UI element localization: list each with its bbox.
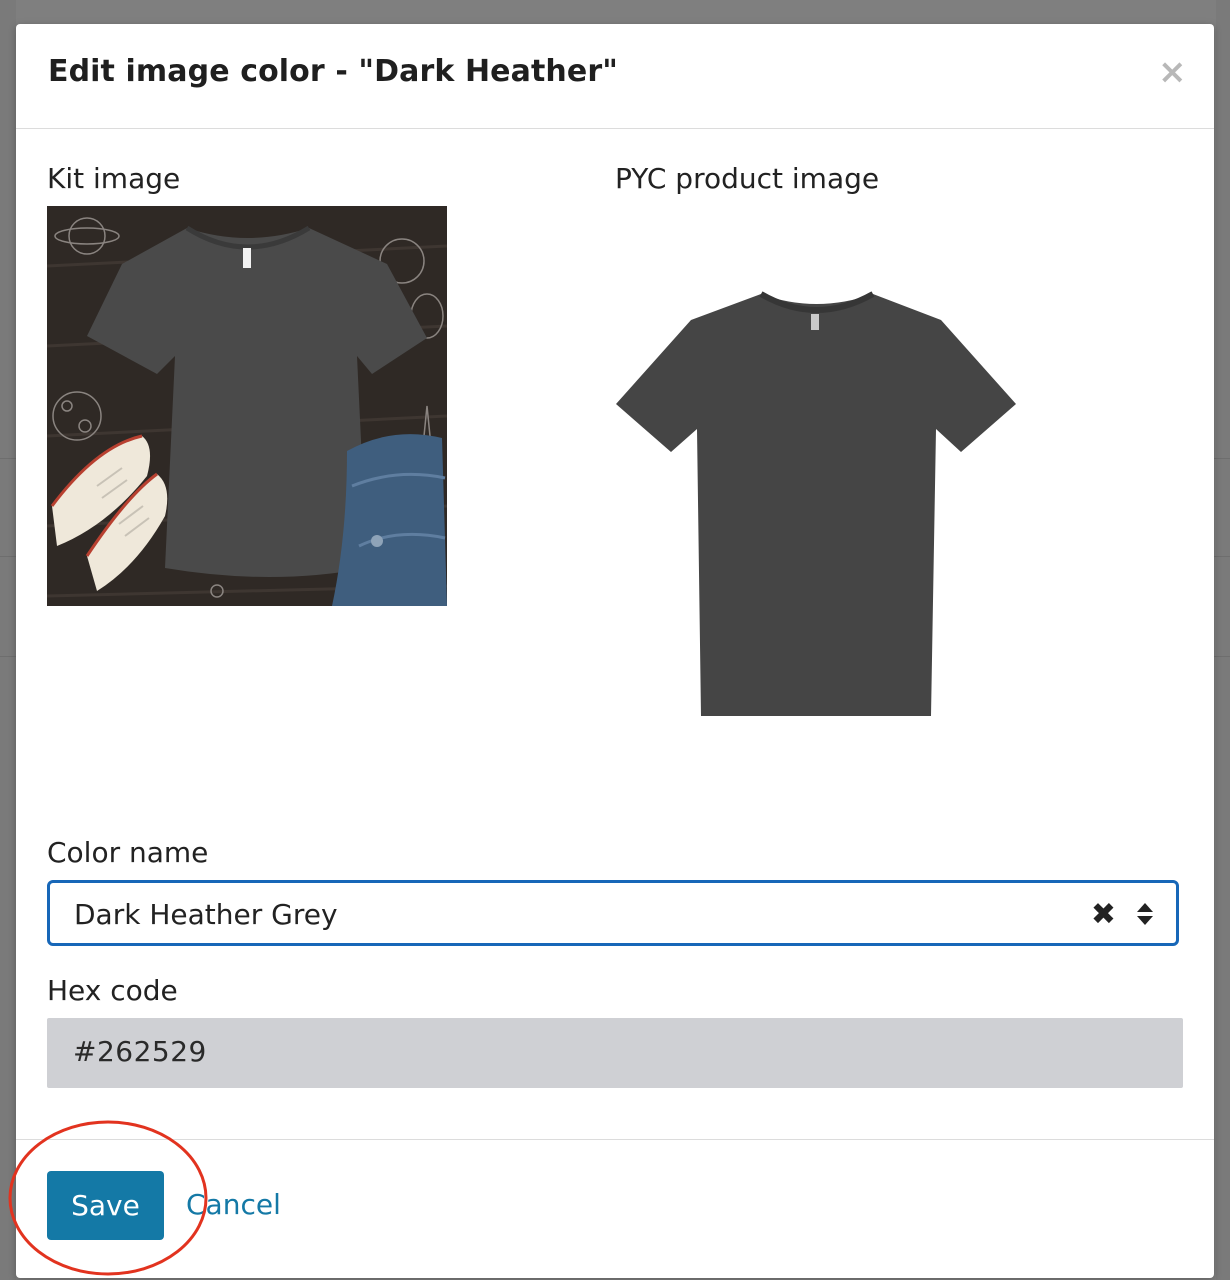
color-name-label: Color name [47,836,209,869]
chevron-up-down-icon[interactable] [1136,901,1154,927]
modal-title: Edit image color - "Dark Heather" [48,54,618,89]
kit-image-label: Kit image [47,162,181,195]
edit-image-color-modal: Edit image color - "Dark Heather" × Kit … [16,24,1214,1278]
background-divider [0,458,16,459]
modal-header: Edit image color - "Dark Heather" × [16,24,1214,129]
background-divider [1214,656,1230,657]
cancel-link[interactable]: Cancel [186,1188,281,1221]
color-name-value: Dark Heather Grey [74,898,338,931]
hex-code-value: #262529 [73,1035,207,1068]
color-name-select[interactable]: Dark Heather Grey ✖ [47,880,1179,946]
background-divider [1214,458,1230,459]
modal-footer-divider [16,1139,1214,1140]
background-page-left [0,0,16,1280]
hex-code-label: Hex code [47,974,178,1007]
background-divider [1214,556,1230,557]
close-icon[interactable]: × [1158,55,1187,89]
background-divider [0,656,16,657]
pyc-image-label: PYC product image [615,162,880,195]
background-page-right [1216,0,1230,1280]
kit-image [47,206,447,606]
background-divider [0,556,16,557]
pyc-product-image [611,284,1021,724]
save-button[interactable]: Save [47,1171,164,1240]
hex-code-field: #262529 [47,1018,1183,1088]
clear-icon[interactable]: ✖ [1091,897,1116,932]
